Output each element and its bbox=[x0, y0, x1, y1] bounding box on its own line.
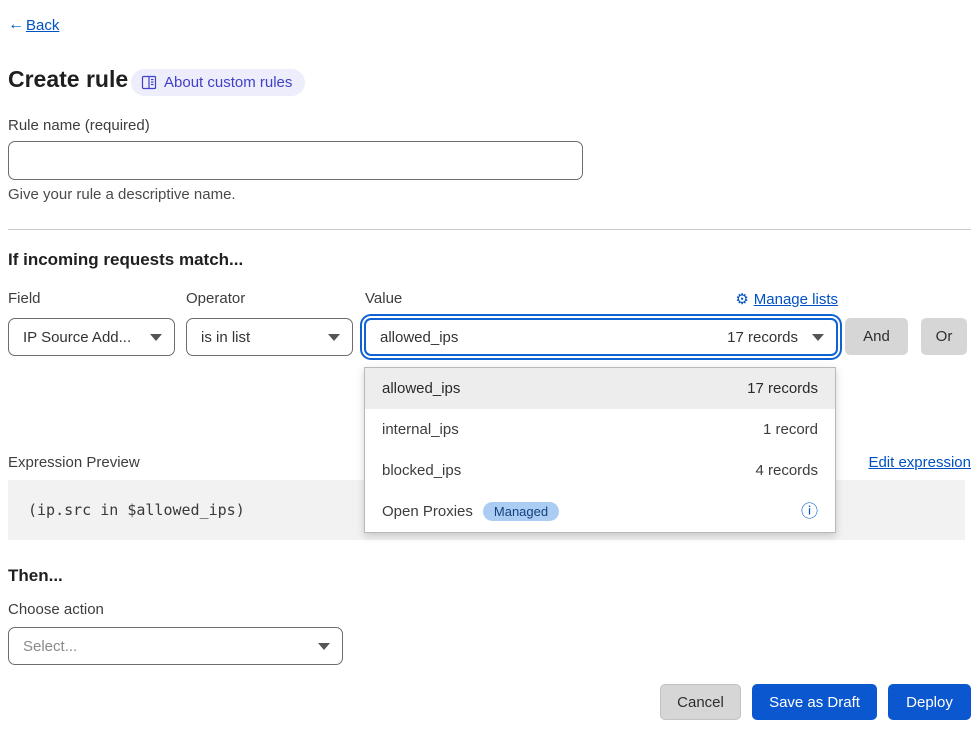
choose-action-placeholder: Select... bbox=[23, 638, 77, 655]
field-select-value: IP Source Add... bbox=[23, 329, 131, 346]
choose-action-select[interactable]: Select... bbox=[8, 627, 343, 665]
value-label: Value bbox=[365, 290, 402, 307]
chevron-down-icon bbox=[812, 334, 824, 341]
list-item-internal-ips[interactable]: internal_ips 1 record bbox=[365, 409, 835, 450]
cancel-button[interactable]: Cancel bbox=[660, 684, 741, 720]
rule-name-label: Rule name (required) bbox=[8, 117, 150, 134]
back-label: Back bbox=[26, 17, 59, 34]
rule-name-input[interactable] bbox=[8, 141, 583, 180]
field-select[interactable]: IP Source Add... bbox=[8, 318, 175, 356]
manage-lists-link[interactable]: ⚙ Manage lists bbox=[735, 290, 838, 308]
list-item-name: blocked_ips bbox=[382, 462, 461, 479]
value-select[interactable]: allowed_ips 17 records bbox=[364, 318, 838, 356]
value-select-records: 17 records bbox=[727, 329, 798, 346]
create-rule-page: ← Back Create rule About custom rules Ru… bbox=[0, 0, 979, 739]
field-label: Field bbox=[8, 290, 41, 307]
list-item-blocked-ips[interactable]: blocked_ips 4 records bbox=[365, 450, 835, 491]
book-icon bbox=[141, 75, 157, 90]
value-select-value: allowed_ips bbox=[380, 329, 458, 346]
expression-preview-label: Expression Preview bbox=[8, 454, 140, 471]
chevron-down-icon bbox=[150, 334, 162, 341]
chevron-down-icon bbox=[318, 643, 330, 650]
operator-label: Operator bbox=[186, 290, 245, 307]
page-title: Create rule bbox=[8, 66, 128, 93]
list-item-name: internal_ips bbox=[382, 421, 459, 438]
edit-expression-link[interactable]: Edit expression bbox=[868, 454, 971, 471]
back-link[interactable]: ← Back bbox=[8, 16, 59, 34]
list-item-open-proxies[interactable]: Open Proxies Managed ⓘ bbox=[365, 491, 835, 532]
then-section-heading: Then... bbox=[8, 566, 63, 586]
gear-icon: ⚙ bbox=[735, 290, 748, 308]
save-as-draft-button[interactable]: Save as Draft bbox=[752, 684, 877, 720]
info-icon[interactable]: ⓘ bbox=[801, 503, 818, 520]
operator-select-value: is in list bbox=[201, 329, 250, 346]
value-dropdown-panel: allowed_ips 17 records internal_ips 1 re… bbox=[364, 367, 836, 533]
footer-actions: Cancel Save as Draft Deploy bbox=[660, 684, 971, 720]
expression-code: (ip.src in $allowed_ips) bbox=[28, 501, 245, 519]
chevron-down-icon bbox=[328, 334, 340, 341]
choose-action-label: Choose action bbox=[8, 601, 104, 618]
operator-select[interactable]: is in list bbox=[186, 318, 353, 356]
list-item-records: 17 records bbox=[747, 380, 818, 397]
about-custom-rules-label: About custom rules bbox=[164, 74, 292, 91]
or-button[interactable]: Or bbox=[921, 318, 967, 355]
back-arrow-icon: ← bbox=[8, 16, 24, 34]
manage-lists-label: Manage lists bbox=[754, 291, 838, 308]
list-item-records: 1 record bbox=[763, 421, 818, 438]
and-button[interactable]: And bbox=[845, 318, 908, 355]
section-divider bbox=[8, 229, 971, 230]
match-section-heading: If incoming requests match... bbox=[8, 250, 243, 270]
list-item-records: 4 records bbox=[755, 462, 818, 479]
rule-name-helper: Give your rule a descriptive name. bbox=[8, 186, 236, 203]
managed-badge: Managed bbox=[483, 502, 559, 521]
list-item-allowed-ips[interactable]: allowed_ips 17 records bbox=[365, 368, 835, 409]
about-custom-rules-link[interactable]: About custom rules bbox=[131, 69, 305, 96]
list-item-name: Open Proxies bbox=[382, 503, 473, 520]
list-item-name: allowed_ips bbox=[382, 380, 460, 397]
deploy-button[interactable]: Deploy bbox=[888, 684, 971, 720]
